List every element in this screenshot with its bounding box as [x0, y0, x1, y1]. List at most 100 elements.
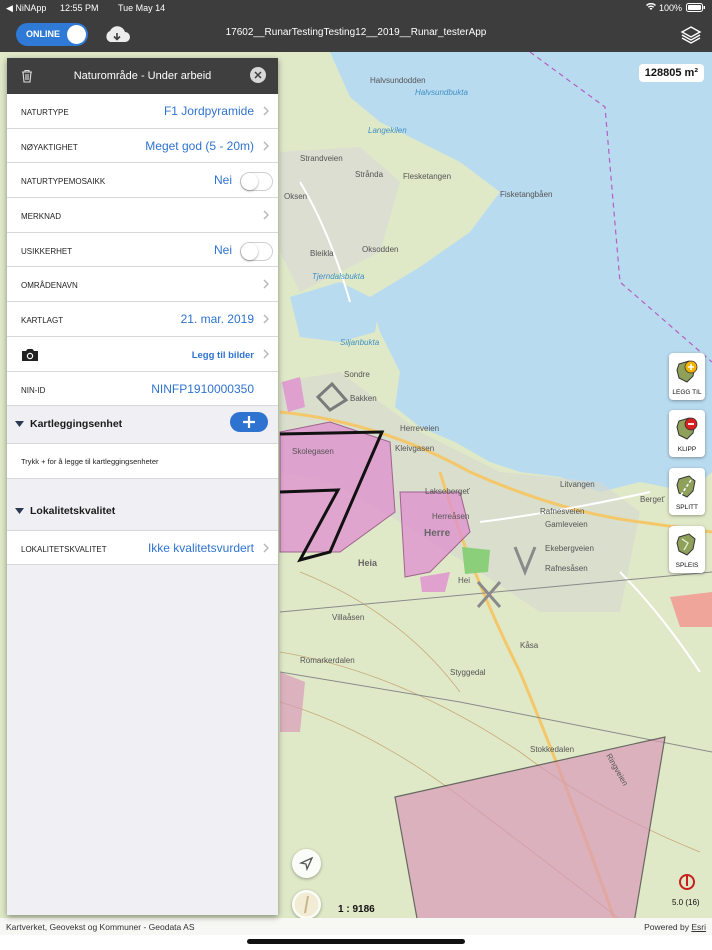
powered-by-text: Powered by — [644, 922, 689, 932]
place-label: Oksen — [284, 192, 308, 201]
camera-icon — [22, 348, 38, 361]
area-badge: 128805 m² — [638, 64, 704, 82]
field-row-noyaktighet[interactable]: NØYAKTIGHET Meget god (5 - 20m) — [7, 128, 278, 164]
navigation-arrow-icon — [298, 856, 314, 872]
place-label: Skolegasen — [292, 447, 334, 456]
powered-by: Powered by Esri — [644, 922, 706, 932]
chevron-right-icon — [263, 279, 269, 289]
field-value: NINFP1910000350 — [151, 381, 254, 396]
field-row-nin-id: NIN-ID NINFP1910000350 — [7, 371, 278, 407]
field-value: Meget god (5 - 20m) — [145, 138, 254, 153]
status-time: 12:55 PM — [60, 3, 99, 13]
field-label: KARTLAGT — [21, 316, 64, 326]
online-label: ONLINE — [26, 29, 61, 39]
status-bar: ◀ NiNApp 12:55 PM Tue May 14 100% — [0, 0, 712, 16]
field-row-photos[interactable]: Legg til bilder — [7, 336, 278, 372]
toggle-knob — [67, 25, 86, 44]
add-polygon-icon — [676, 360, 698, 383]
layers-icon — [680, 26, 702, 44]
home-bar — [0, 935, 712, 950]
plus-icon — [243, 416, 255, 429]
section-kartleggingsenhet[interactable]: Kartleggingsenhet — [7, 406, 278, 444]
project-title: 17602__RunarTestingTesting12__2019__Runa… — [225, 27, 487, 38]
place-label: Strånda — [355, 170, 384, 179]
place-label: Sondre — [344, 370, 370, 379]
switch-knob — [241, 242, 258, 260]
chevron-right-icon — [263, 141, 269, 151]
place-label: Langekilen — [368, 126, 407, 135]
panel-header: Naturområde - Under arbeid — [7, 58, 278, 94]
field-row-naturtypemosaikk: NATURTYPEMOSAIKK Nei — [7, 163, 278, 199]
gps-icon[interactable] — [677, 872, 697, 894]
close-button[interactable] — [250, 67, 266, 83]
place-label: Kleivgasen — [395, 444, 435, 453]
place-label: Herreveien — [400, 424, 440, 433]
map-scale: 1 : 9186 — [338, 904, 375, 915]
place-label: Siljanbukta — [340, 338, 380, 347]
clip-polygon-icon — [676, 417, 698, 440]
field-row-omradenavn[interactable]: OMRÅDENAVN — [7, 267, 278, 303]
usikkerhet-switch[interactable] — [240, 241, 273, 261]
chevron-right-icon — [263, 543, 269, 553]
place-label: Flesketangen — [403, 172, 452, 181]
place-label: Herreåsen — [432, 512, 470, 521]
switch-knob — [241, 173, 258, 191]
merge-polygon-icon — [676, 533, 696, 556]
mosaikk-switch[interactable] — [240, 172, 273, 192]
field-value: Ikke kvalitetsvurdert — [147, 541, 254, 556]
field-value: Nei — [213, 242, 232, 257]
field-label: USIKKERHET — [21, 246, 73, 256]
tool-label: LEGG TIL — [672, 389, 702, 396]
chevron-right-icon — [263, 314, 269, 324]
place-label: Bleikla — [310, 249, 334, 258]
place-label: Bergeť — [640, 495, 665, 504]
field-label: NIN-ID — [21, 385, 46, 395]
online-toggle[interactable]: ONLINE — [16, 23, 88, 46]
trash-icon[interactable] — [21, 69, 33, 83]
place-label: Stokkedalen — [530, 745, 575, 754]
place-label: Tjerndalsbukta — [312, 272, 365, 281]
chevron-right-icon — [263, 349, 269, 359]
field-row-merknad[interactable]: MERKNAD — [7, 198, 278, 233]
split-polygon-button[interactable]: SPLITT — [669, 468, 705, 515]
layers-button[interactable] — [680, 24, 702, 46]
wifi-icon — [646, 2, 656, 13]
field-row-lokalitetskvalitet[interactable]: LOKALITETSKVALITET Ikke kvalitetsvurdert — [7, 530, 278, 565]
panel-title: Naturområde - Under arbeid — [73, 70, 212, 82]
place-label: Herre — [424, 528, 451, 539]
place-label: Strandveien — [300, 154, 343, 163]
field-label: LOKALITETSKVALITET — [21, 545, 107, 555]
battery-icon — [686, 3, 706, 14]
home-indicator[interactable] — [247, 939, 465, 944]
details-panel: Naturområde - Under arbeid NATURTYPE F1 … — [7, 58, 278, 915]
split-polygon-icon — [676, 475, 696, 498]
collapse-triangle-icon — [15, 508, 24, 515]
tool-label: SPLITT — [675, 504, 699, 511]
hint-text: Trykk + for å legge til kartleggingsenhe… — [21, 457, 159, 467]
zoom-level: 5.0 (16) — [672, 898, 700, 907]
field-label: MERKNAD — [21, 212, 62, 222]
compass-button[interactable] — [292, 890, 321, 919]
add-polygon-button[interactable]: LEGG TIL — [669, 353, 705, 400]
mapping-unit-hint: Trykk + for å legge til kartleggingsenhe… — [7, 443, 278, 480]
field-row-naturtype[interactable]: NATURTYPE F1 Jordpyramide — [7, 94, 278, 129]
map-attribution: Kartverket, Geovekst og Kommuner - Geoda… — [0, 918, 712, 935]
place-label: Ekebergveien — [545, 544, 594, 553]
place-label: Halvsundodden — [370, 76, 426, 85]
place-label: Villaåsen — [332, 613, 365, 622]
clip-polygon-button[interactable]: KLIPP — [669, 410, 705, 457]
chevron-right-icon — [263, 210, 269, 220]
cloud-download-icon — [106, 26, 130, 42]
place-label: Gamleveien — [545, 520, 588, 529]
add-mapping-unit-button[interactable] — [230, 412, 268, 433]
field-row-usikkerhet: USIKKERHET Nei — [7, 232, 278, 268]
section-lokalitetskvalitet[interactable]: Lokalitetskvalitet — [7, 493, 278, 531]
merge-polygon-button[interactable]: SPLEIS — [669, 526, 705, 573]
locate-button[interactable] — [292, 849, 321, 878]
esri-link[interactable]: Esri — [691, 922, 706, 932]
add-photos-link[interactable]: Legg til bilder — [192, 350, 254, 361]
field-row-kartlagt[interactable]: KARTLAGT 21. mar. 2019 — [7, 302, 278, 337]
back-app-link[interactable]: ◀ NiNApp — [6, 3, 46, 14]
green-area — [462, 547, 490, 574]
cloud-download-button[interactable] — [102, 24, 132, 46]
